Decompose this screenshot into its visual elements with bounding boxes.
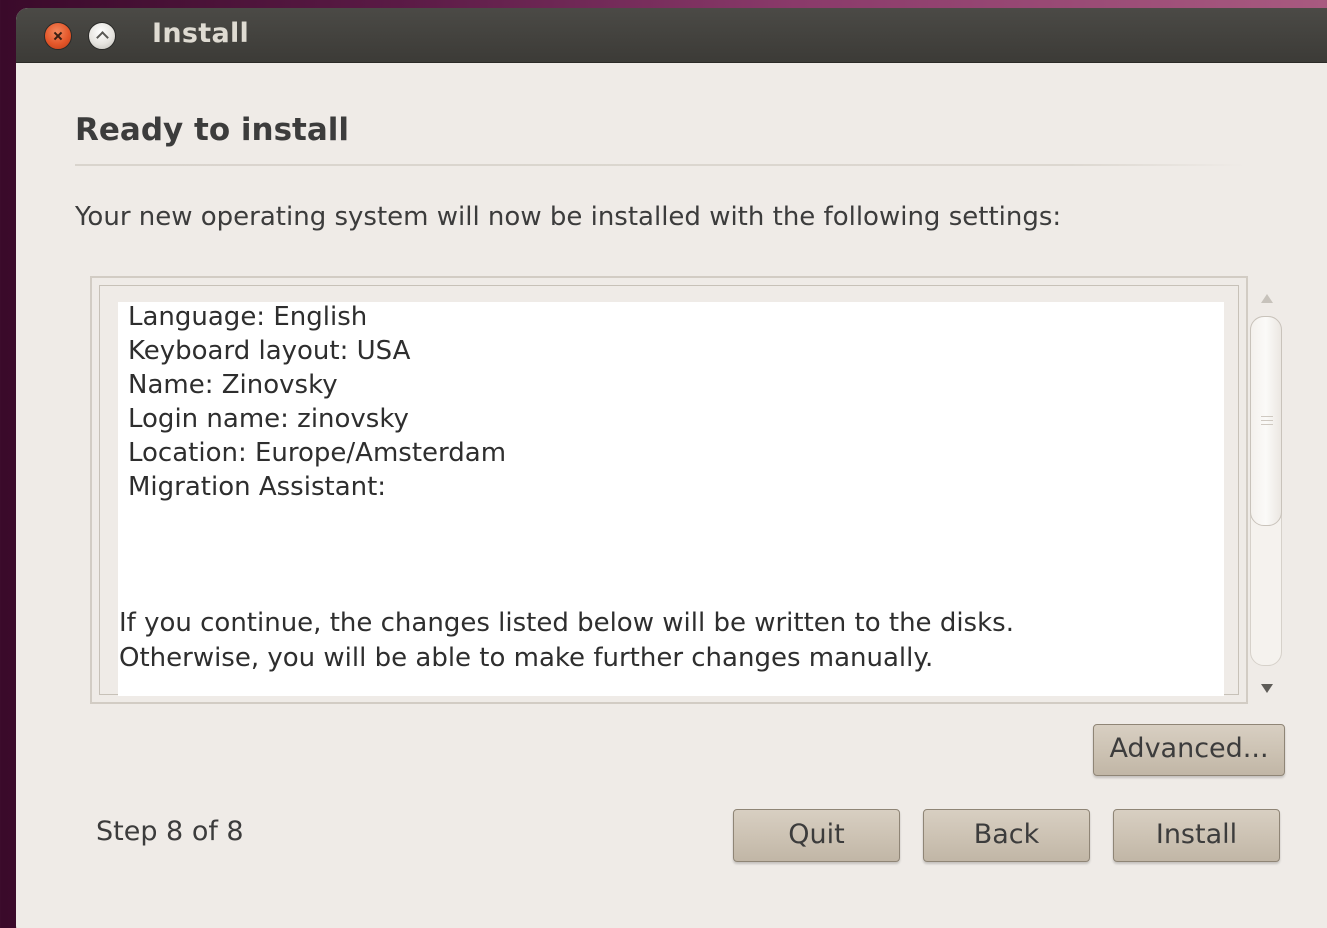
- quit-button[interactable]: Quit: [733, 809, 900, 862]
- advanced-button[interactable]: Advanced...: [1093, 724, 1285, 776]
- note-line-1: If you continue, the changes listed belo…: [119, 608, 1014, 638]
- settings-summary-text[interactable]: Language: English Keyboard layout: USA N…: [118, 302, 1224, 696]
- setting-login-name: Login name: zinovsky: [128, 404, 409, 434]
- setting-language: Language: English: [128, 302, 368, 332]
- vertical-scrollbar[interactable]: [1250, 286, 1284, 702]
- setting-keyboard-layout: Keyboard layout: USA: [128, 336, 411, 366]
- scroll-grip-line: [1261, 416, 1273, 417]
- window-title: Install: [152, 18, 250, 49]
- setting-name: Name: Zinovsky: [128, 370, 338, 400]
- scroll-down-arrow-icon[interactable]: [1261, 684, 1273, 693]
- installer-window: Install Ready to install Your new operat…: [16, 8, 1327, 928]
- settings-summary-inner-frame: Language: English Keyboard layout: USA N…: [99, 285, 1239, 696]
- step-indicator: Step 8 of 8: [96, 816, 244, 847]
- settings-summary-frame: Language: English Keyboard layout: USA N…: [90, 276, 1248, 704]
- scroll-grip-line: [1261, 424, 1273, 425]
- setting-migration-assistant: Migration Assistant:: [128, 472, 387, 502]
- close-window-icon[interactable]: [44, 22, 72, 50]
- heading-divider: [75, 164, 1245, 166]
- page-title: Ready to install: [75, 112, 350, 148]
- note-line-2: Otherwise, you will be able to make furt…: [119, 643, 934, 673]
- scroll-grip-line: [1261, 420, 1273, 421]
- install-button[interactable]: Install: [1113, 809, 1280, 862]
- title-bar[interactable]: Install: [16, 8, 1327, 63]
- scroll-up-arrow-icon[interactable]: [1261, 294, 1273, 303]
- back-button[interactable]: Back: [923, 809, 1090, 862]
- setting-location: Location: Europe/Amsterdam: [128, 438, 507, 468]
- intro-text: Your new operating system will now be in…: [75, 202, 1062, 232]
- maximize-window-icon[interactable]: [88, 22, 116, 50]
- scroll-thumb[interactable]: [1250, 316, 1282, 526]
